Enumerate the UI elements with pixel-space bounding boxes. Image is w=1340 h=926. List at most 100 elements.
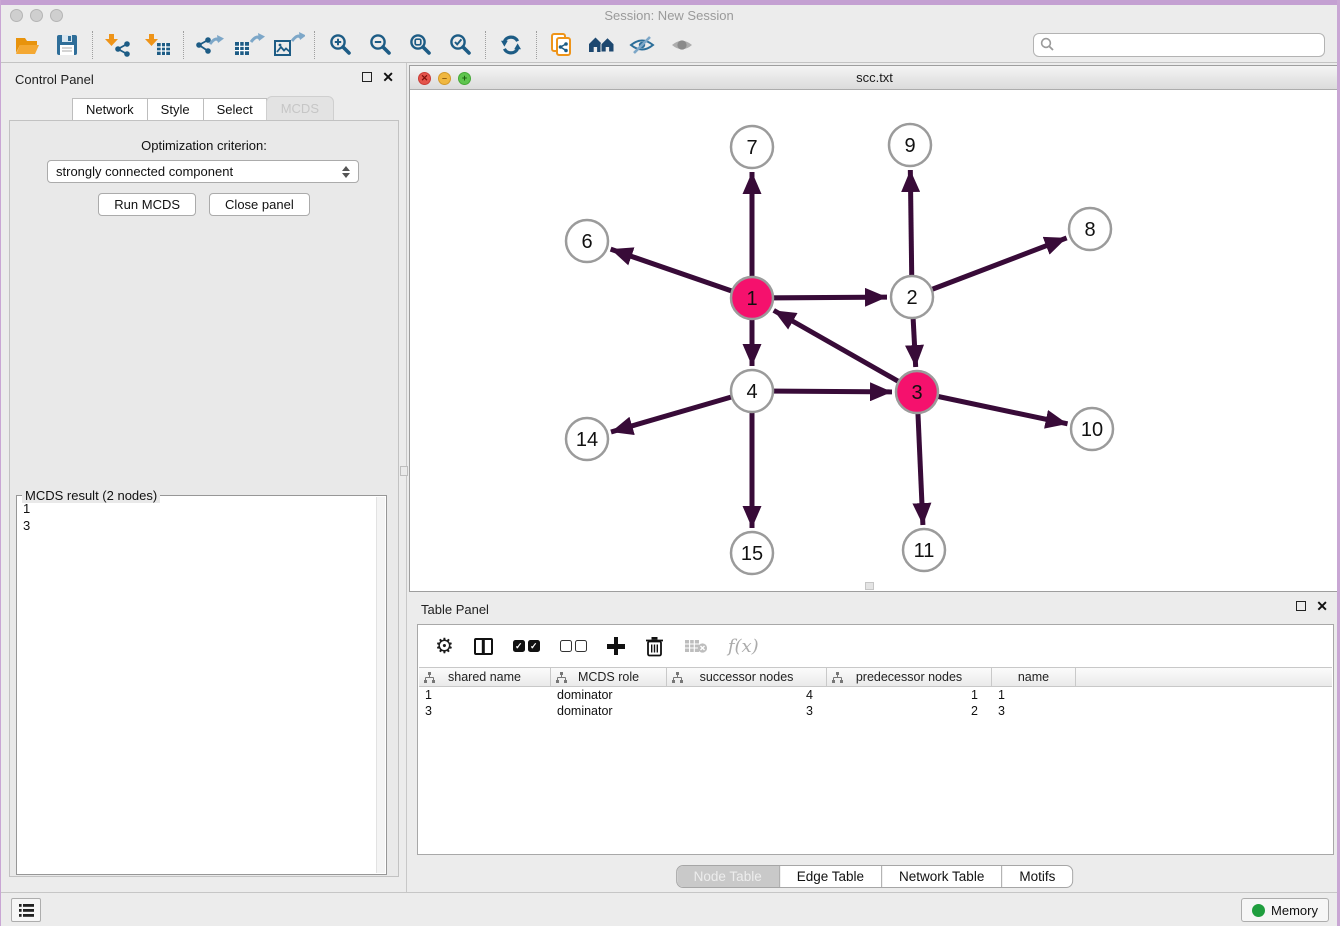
search-input[interactable] <box>1055 36 1318 53</box>
graph-node-2[interactable]: 2 <box>891 276 933 318</box>
clone-network-button[interactable] <box>542 30 582 60</box>
tab-mcds[interactable]: MCDS <box>266 96 334 121</box>
graph-edge-2-8[interactable] <box>912 238 1067 297</box>
export-network-button[interactable] <box>189 30 229 60</box>
float-table-panel-icon[interactable] <box>1296 601 1306 611</box>
column-type-icon <box>556 672 567 683</box>
column-header-predecessor-nodes[interactable]: predecessor nodes <box>827 668 992 686</box>
graph-node-10[interactable]: 10 <box>1071 408 1113 450</box>
import-table-button[interactable] <box>138 30 178 60</box>
import-network-button[interactable] <box>98 30 138 60</box>
tab-edge-table[interactable]: Edge Table <box>779 866 881 887</box>
maximize-window-icon[interactable] <box>50 9 63 22</box>
apply-layout-button[interactable] <box>491 30 531 60</box>
table-settings-icon[interactable]: ⚙ <box>435 636 454 657</box>
open-session-button[interactable] <box>7 30 47 60</box>
session-titlebar[interactable]: Session: New Session <box>1 5 1337 27</box>
tab-select[interactable]: Select <box>203 98 267 121</box>
close-window-icon[interactable] <box>10 9 23 22</box>
memory-label: Memory <box>1271 903 1318 918</box>
splitter-handle[interactable] <box>400 466 408 476</box>
export-image-button[interactable] <box>269 30 309 60</box>
minimize-window-icon[interactable] <box>30 9 43 22</box>
graph-node-3[interactable]: 3 <box>896 371 938 413</box>
result-scrollbar[interactable] <box>376 497 385 873</box>
svg-text:2: 2 <box>906 287 917 309</box>
table-row[interactable]: 1dominator411 <box>418 687 1333 703</box>
close-panel-button[interactable]: Close panel <box>209 193 310 216</box>
graph-edge-1-6[interactable] <box>611 249 752 298</box>
refresh-icon <box>499 33 523 57</box>
table-cell: 1 <box>991 688 1075 702</box>
tab-node-table[interactable]: Node Table <box>677 866 779 887</box>
graph-node-9[interactable]: 9 <box>889 124 931 166</box>
zoom-selected-button[interactable] <box>440 30 480 60</box>
column-header-successor-nodes[interactable]: successor nodes <box>667 668 827 686</box>
svg-text:6: 6 <box>581 231 592 253</box>
table-columns-icon[interactable] <box>474 638 493 655</box>
table-body: 1dominator4113dominator323 <box>418 687 1333 719</box>
column-type-icon <box>832 672 843 683</box>
show-all-button[interactable] <box>662 30 702 60</box>
create-column-icon[interactable] <box>607 637 625 655</box>
svg-text:7: 7 <box>746 137 757 159</box>
column-header-mcds-role[interactable]: MCDS role <box>551 668 667 686</box>
graph-node-8[interactable]: 8 <box>1069 208 1111 250</box>
table-cell: dominator <box>550 688 666 702</box>
tab-motifs[interactable]: Motifs <box>1001 866 1072 887</box>
zoom-in-button[interactable] <box>320 30 360 60</box>
save-session-button[interactable] <box>47 30 87 60</box>
graph-node-7[interactable]: 7 <box>731 126 773 168</box>
svg-text:4: 4 <box>746 381 757 403</box>
canvas-scroll-grip[interactable] <box>865 582 874 590</box>
graph-node-1[interactable]: 1 <box>731 277 773 319</box>
export-table-icon <box>233 32 265 58</box>
tab-network-table[interactable]: Network Table <box>881 866 1001 887</box>
tab-style[interactable]: Style <box>147 98 204 121</box>
graph-node-11[interactable]: 11 <box>903 529 945 571</box>
network-minimize-icon[interactable]: – <box>438 72 451 85</box>
toolbar-separator <box>485 31 486 59</box>
task-history-button[interactable] <box>11 898 41 922</box>
close-table-panel-icon[interactable]: ✕ <box>1316 600 1328 612</box>
network-close-icon[interactable]: ✕ <box>418 72 431 85</box>
graph-edge-3-10[interactable] <box>917 392 1068 424</box>
graph-node-4[interactable]: 4 <box>731 370 773 412</box>
function-builder-icon: f(x) <box>728 636 759 657</box>
memory-button[interactable]: Memory <box>1241 898 1329 922</box>
graph-node-6[interactable]: 6 <box>566 220 608 262</box>
delete-table-icon <box>684 638 708 654</box>
first-neighbors-button[interactable] <box>582 30 622 60</box>
graph-edge-3-1[interactable] <box>774 310 917 392</box>
unselect-all-columns-icon[interactable] <box>560 640 587 652</box>
zoom-fit-button[interactable] <box>400 30 440 60</box>
run-mcds-button[interactable]: Run MCDS <box>98 193 196 216</box>
table-row[interactable]: 3dominator323 <box>418 703 1333 719</box>
mcds-result-box: MCDS result (2 nodes) 1 3 <box>16 495 387 875</box>
tab-network[interactable]: Network <box>72 98 148 121</box>
graph-node-14[interactable]: 14 <box>566 418 608 460</box>
hide-selected-button[interactable] <box>622 30 662 60</box>
network-window-titlebar[interactable]: ✕ – + scc.txt <box>410 66 1339 90</box>
zoom-out-button[interactable] <box>360 30 400 60</box>
control-panel: Control Panel ✕ NetworkStyleSelectMCDS O… <box>1 63 407 892</box>
import-table-icon <box>144 33 172 57</box>
float-panel-icon[interactable] <box>362 72 372 82</box>
network-zoom-icon[interactable]: + <box>458 72 471 85</box>
criterion-dropdown[interactable]: strongly connected component <box>47 160 359 183</box>
mcds-result-text[interactable]: 1 3 <box>18 497 375 873</box>
export-image-icon <box>273 32 305 58</box>
export-table-button[interactable] <box>229 30 269 60</box>
delete-column-icon[interactable] <box>645 636 664 657</box>
table-toolbar: ⚙ ✓✓ <box>418 625 1333 667</box>
export-network-icon <box>194 32 224 58</box>
close-panel-icon[interactable]: ✕ <box>382 71 394 83</box>
column-header-shared-name[interactable]: shared name <box>419 668 551 686</box>
search-field[interactable] <box>1033 33 1325 57</box>
graph-node-15[interactable]: 15 <box>731 532 773 574</box>
select-all-columns-icon[interactable]: ✓✓ <box>513 640 540 652</box>
network-canvas[interactable]: 7 9 6 8 1 2 4 3 14 10 15 11 <box>410 90 1339 591</box>
column-header-name[interactable]: name <box>992 668 1076 686</box>
table-panel-title: Table Panel <box>421 602 489 617</box>
zoom-in-icon <box>328 32 353 57</box>
